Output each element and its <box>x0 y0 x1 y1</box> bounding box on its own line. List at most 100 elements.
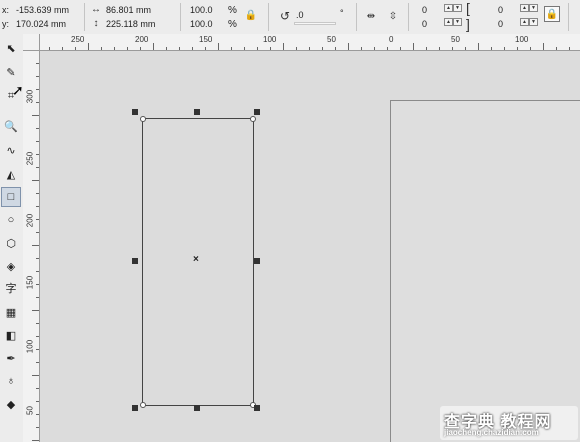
rect-node-bottom-left[interactable] <box>140 402 146 408</box>
vertical-ruler[interactable]: 300 250 200 150 100 50 <box>23 50 40 442</box>
h-ruler-label: 100 <box>515 35 529 44</box>
rect-node-top-right[interactable] <box>250 116 256 122</box>
zoom-tool-icon[interactable]: 🔍 <box>1 116 21 136</box>
ruler-tick <box>257 47 258 50</box>
ruler-tick <box>32 310 39 311</box>
polygon-tool-icon[interactable]: ⬡ <box>1 233 21 253</box>
ellipse-tool-icon[interactable]: ○ <box>1 210 21 230</box>
corner-tr-up-arrow-icon[interactable]: ▲ <box>520 4 529 12</box>
corner-radius-tl-field[interactable]: 0 <box>422 5 427 16</box>
selection-handle-top-left[interactable] <box>132 109 138 115</box>
ruler-tick <box>36 193 39 194</box>
interactive-tool-icon[interactable]: ◧ <box>1 325 21 345</box>
corner-br-down-arrow-icon[interactable]: ▼ <box>529 18 538 26</box>
ruler-tick <box>36 297 39 298</box>
outline-pen-icon[interactable]: ♁ <box>1 371 21 391</box>
center-marker-icon[interactable]: × <box>193 254 199 265</box>
ruler-tick <box>166 47 167 50</box>
separator <box>408 3 409 31</box>
h-ruler-label: 150 <box>199 35 213 44</box>
selection-handle-bottom-left[interactable] <box>132 405 138 411</box>
degree-sign: ° <box>340 8 344 18</box>
width-field[interactable]: 86.801 mm <box>106 5 151 16</box>
shape-tool-icon[interactable]: ✎ <box>1 62 21 82</box>
corner-br-up-arrow-icon[interactable]: ▲ <box>520 18 529 26</box>
ruler-tick <box>517 47 518 50</box>
h-ruler-label: 100 <box>263 35 277 44</box>
ruler-tick <box>36 167 39 168</box>
rectangle-tool-icon[interactable]: □ <box>1 187 21 207</box>
lock-ratio-icon[interactable]: 🔒 <box>245 9 257 21</box>
fill-tool-icon[interactable]: ◆ <box>1 394 21 414</box>
selection-handle-top-center[interactable] <box>194 109 200 115</box>
horizontal-ruler[interactable]: 250 200 150 100 50 0 50 100 <box>23 34 580 51</box>
scale-x-field[interactable]: 100.0 <box>190 5 213 16</box>
x-position-field[interactable]: -153.639 mm <box>16 5 69 16</box>
drawing-canvas[interactable]: × 查字典 教程网 jiaocheng.chazidian.com <box>40 51 580 442</box>
ruler-tick <box>36 349 39 350</box>
ruler-tick <box>556 47 557 50</box>
y-position-field[interactable]: 170.024 mm <box>16 19 66 30</box>
corner-tl-down-arrow-icon[interactable]: ▼ <box>453 4 462 12</box>
rect-node-top-left[interactable] <box>140 116 146 122</box>
ruler-origin-corner[interactable] <box>23 34 40 51</box>
smart-fill-icon[interactable]: ◭ <box>1 164 21 184</box>
watermark: 查字典 教程网 jiaocheng.chazidian.com <box>440 406 578 440</box>
ruler-tick <box>478 43 479 50</box>
height-field[interactable]: 225.118 mm <box>106 19 155 30</box>
page-border <box>390 100 580 442</box>
rotation-field[interactable]: .0 <box>296 10 304 21</box>
separator <box>180 3 181 31</box>
corner-bl-up-arrow-icon[interactable]: ▲ <box>444 18 453 26</box>
ruler-tick <box>387 47 388 50</box>
corner-tl-up-arrow-icon[interactable]: ▲ <box>444 4 453 12</box>
selection-handle-middle-left[interactable] <box>132 258 138 264</box>
mirror-vertical-icon[interactable]: ⇳ <box>386 9 400 23</box>
ruler-tick <box>569 47 570 50</box>
ruler-tick <box>36 128 39 129</box>
selection-handle-bottom-center[interactable] <box>194 405 200 411</box>
ruler-tick <box>36 427 39 428</box>
pick-tool-icon[interactable]: ⬉ <box>1 38 21 58</box>
corner-radius-tr-field[interactable]: 0 <box>498 5 503 16</box>
ruler-tick <box>140 47 141 50</box>
v-ruler-label: 50 <box>25 406 35 415</box>
corner-radius-bl-field[interactable]: 0 <box>422 19 427 30</box>
basic-shapes-icon[interactable]: ◈ <box>1 256 21 276</box>
table-tool-icon[interactable]: ▦ <box>1 302 21 322</box>
mirror-horizontal-icon[interactable]: ⇹ <box>364 9 378 23</box>
selection-handle-top-right[interactable] <box>254 109 260 115</box>
ruler-tick <box>127 47 128 50</box>
h-ruler-label: 50 <box>451 35 460 44</box>
freehand-tool-icon[interactable]: ∿ <box>1 140 21 160</box>
ruler-tick <box>296 47 297 50</box>
corner-radius-br-field[interactable]: 0 <box>498 19 503 30</box>
ruler-tick <box>36 401 39 402</box>
separator <box>268 3 269 31</box>
ruler-tick <box>36 206 39 207</box>
ruler-tick <box>439 47 440 50</box>
selection-handle-middle-right[interactable] <box>254 258 260 264</box>
ruler-tick <box>36 63 39 64</box>
ruler-tick <box>36 102 39 103</box>
ruler-tick <box>192 47 193 50</box>
selection-handle-bottom-right[interactable] <box>254 405 260 411</box>
h-ruler-label: 0 <box>389 35 394 44</box>
corner-bl-down-arrow-icon[interactable]: ▼ <box>453 18 462 26</box>
ruler-tick <box>231 47 232 50</box>
percent-y-label: % <box>228 19 237 30</box>
ruler-tick <box>114 47 115 50</box>
lock-corners-icon[interactable]: 🔒 <box>544 6 560 22</box>
ruler-tick <box>361 47 362 50</box>
watermark-url: jiaocheng.chazidian.com <box>444 428 539 437</box>
scale-y-field[interactable]: 100.0 <box>190 19 213 30</box>
ruler-tick <box>205 47 206 50</box>
eyedropper-tool-icon[interactable]: ✒ <box>1 348 21 368</box>
ruler-tick <box>179 47 180 50</box>
corner-tr-down-arrow-icon[interactable]: ▼ <box>529 4 538 12</box>
ruler-tick <box>88 43 89 50</box>
ruler-tick <box>452 47 453 50</box>
ruler-tick <box>36 232 39 233</box>
text-tool-icon[interactable]: 字 <box>1 278 21 298</box>
mouse-cursor-icon: ➚ <box>12 82 24 98</box>
